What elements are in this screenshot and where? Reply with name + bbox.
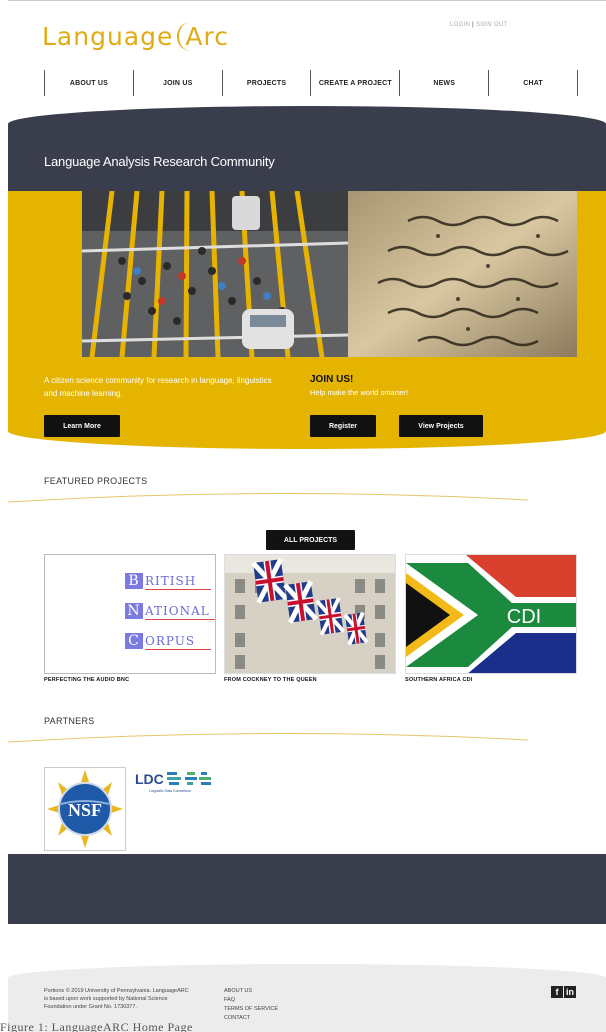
register-button[interactable]: Register (310, 415, 376, 437)
dark-footer-band (8, 854, 606, 924)
ldc-subtitle: Linguistic Data Consortium (149, 789, 191, 793)
login-link[interactable]: LOGIN (450, 22, 470, 28)
site-logo[interactable]: Language Arc (42, 22, 229, 51)
footer-link-about[interactable]: ABOUT US (224, 987, 278, 996)
hero-arabic-text-image (348, 191, 577, 357)
nsf-logo[interactable]: NSF (44, 767, 126, 851)
footer-link-faq[interactable]: FAQ (224, 996, 278, 1005)
nav-join-us[interactable]: JOIN US (132, 70, 222, 96)
view-projects-button[interactable]: View Projects (399, 415, 483, 437)
featured-divider (8, 492, 528, 503)
join-title: JOIN US! (310, 374, 354, 385)
footer-copyright: Portions © 2019 University of Pennsylvan… (44, 988, 189, 1010)
all-projects-button[interactable]: ALL PROJECTS (266, 530, 355, 550)
bnc-line-corpus: C ORPUS (125, 633, 211, 650)
join-subtitle: Help make the world smarter! (310, 388, 408, 397)
nav-about-us[interactable]: ABOUT US (44, 70, 133, 96)
project-card-cdi[interactable]: CDI (405, 554, 577, 674)
hero-crowd-image (82, 191, 348, 357)
nsf-text: NSF (68, 800, 102, 820)
nav-chat[interactable]: CHAT (488, 70, 578, 96)
nav-projects[interactable]: PROJECTS (221, 70, 311, 96)
signout-link[interactable]: SIGN OUT (476, 22, 507, 28)
project-caption-cdi[interactable]: SOUTHERN AFRICA CDI (405, 677, 473, 683)
community-title: Language Analysis Research Community (44, 154, 275, 169)
ldc-text: LDC (135, 771, 164, 787)
partners-heading: PARTNERS (44, 716, 95, 726)
facebook-icon[interactable]: f (551, 986, 563, 998)
project-card-cockney[interactable] (224, 554, 396, 674)
account-links: LOGIN | SIGN OUT (450, 22, 507, 28)
project-card-bnc[interactable]: B RITISH N ATIONAL C ORPUS (44, 554, 216, 674)
cdi-flag-text: CDI (507, 606, 541, 628)
project-caption-bnc[interactable]: PERFECTING THE AUDIO BNC (44, 677, 129, 683)
featured-projects-heading: FEATURED PROJECTS (44, 476, 148, 486)
learn-more-button[interactable]: Learn More (44, 415, 120, 437)
ldc-logo[interactable]: LDC Linguistic Data Consortium (135, 768, 217, 794)
bnc-line-national: N ATIONAL (125, 603, 215, 620)
separator: | (472, 22, 475, 28)
footer-links: ABOUT US FAQ TERMS OF SERVICE CONTACT (224, 987, 278, 1023)
partners-divider (8, 732, 528, 743)
footer-link-terms[interactable]: TERMS OF SERVICE (224, 1005, 278, 1014)
hero-tagline: A citizen science community for research… (44, 376, 272, 398)
logo-text-language: Language (42, 22, 174, 51)
logo-text-arc: Arc (177, 22, 229, 51)
linkedin-icon[interactable]: in (564, 986, 576, 998)
nav-news[interactable]: NEWS (399, 70, 488, 96)
nav-create-project[interactable]: CREATE A PROJECT (310, 70, 399, 96)
social-links: f in (551, 986, 576, 998)
bnc-line-british: B RITISH (125, 573, 211, 590)
main-nav: ABOUT US JOIN US PROJECTS CREATE A PROJE… (44, 70, 578, 96)
project-caption-cockney[interactable]: FROM COCKNEY TO THE QUEEN (224, 677, 317, 683)
footer-link-contact[interactable]: CONTACT (224, 1014, 278, 1023)
title-band (8, 106, 606, 192)
page: Language Arc LOGIN | SIGN OUT ABOUT US JOIN… (0, 0, 606, 1032)
figure-caption: Figure 1: LanguageARC Home Page (0, 1020, 193, 1032)
